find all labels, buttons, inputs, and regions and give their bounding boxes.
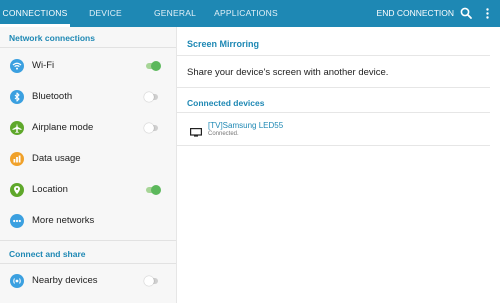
panel-divider	[176, 27, 177, 303]
sidebar-item-airplane-mode[interactable]: Airplane mode	[0, 113, 176, 143]
device-status: Connected.	[208, 131, 239, 137]
section-divider	[177, 87, 490, 88]
end-connection-label: END CONNECTION	[376, 8, 454, 18]
sidebar-item-data-usage[interactable]: Data usage	[0, 144, 176, 174]
sidebar-item-label: Data usage	[32, 153, 81, 164]
connected-devices-header: Connected devices	[187, 98, 265, 108]
location-toggle[interactable]	[145, 185, 161, 195]
bluetooth-icon	[10, 90, 24, 104]
sidebar-item-wifi[interactable]: Wi-Fi	[0, 51, 176, 81]
search-icon[interactable]	[459, 6, 474, 21]
sidebar-item-label: Nearby devices	[32, 275, 98, 286]
data-usage-icon	[10, 152, 24, 166]
wifi-toggle[interactable]	[145, 61, 161, 71]
sidebar-item-location[interactable]: Location	[0, 175, 176, 205]
sidebar-item-more-networks[interactable]: More networks	[0, 206, 176, 236]
bluetooth-toggle[interactable]	[144, 92, 159, 102]
sidebar-item-nearby-devices[interactable]: Nearby devices	[0, 266, 176, 296]
network-connections-header: Network connections	[9, 33, 95, 43]
section-divider	[0, 47, 176, 48]
tab-connections[interactable]: CONNECTIONS	[0, 0, 70, 27]
end-connection-button[interactable]: END CONNECTION	[377, 0, 454, 27]
sidebar-item-label: Wi-Fi	[32, 60, 55, 71]
section-divider	[177, 145, 490, 146]
sidebar-item-label: Airplane mode	[32, 122, 94, 133]
tab-general-label: GENERAL	[153, 8, 197, 18]
more-vert-icon[interactable]	[480, 6, 495, 21]
sidebar-item-bluetooth[interactable]: Bluetooth	[0, 82, 176, 112]
section-divider	[0, 263, 176, 264]
page-title: Screen Mirroring	[187, 39, 260, 49]
more-networks-icon	[10, 214, 24, 228]
wifi-icon	[10, 59, 24, 73]
tv-icon	[190, 124, 203, 137]
airplane-mode-toggle[interactable]	[144, 123, 159, 133]
nearby-devices-icon	[10, 274, 24, 288]
sidebar-item-label: Location	[32, 184, 68, 195]
sidebar-item-label: Bluetooth	[32, 91, 73, 102]
section-divider	[0, 240, 176, 241]
airplane-icon	[10, 121, 24, 135]
tab-general[interactable]: GENERAL	[150, 0, 200, 27]
tab-applications-label: APPLICATIONS	[214, 8, 278, 18]
header-divider	[177, 55, 490, 56]
sidebar-item-label: More networks	[32, 215, 95, 226]
section-divider	[177, 112, 490, 113]
tab-device[interactable]: DEVICE	[78, 0, 133, 27]
top-app-bar: CONNECTIONS DEVICE GENERAL APPLICATIONS …	[0, 0, 500, 27]
device-name: [TV]Samsung LED55	[208, 121, 284, 130]
connect-and-share-header: Connect and share	[9, 249, 86, 259]
nearby-devices-toggle[interactable]	[144, 276, 159, 286]
location-icon	[10, 183, 24, 197]
page-description: Share your device's screen with another …	[187, 67, 389, 78]
tab-device-label: DEVICE	[89, 8, 122, 18]
tab-applications[interactable]: APPLICATIONS	[212, 0, 280, 27]
tab-connections-label: CONNECTIONS	[2, 8, 68, 18]
